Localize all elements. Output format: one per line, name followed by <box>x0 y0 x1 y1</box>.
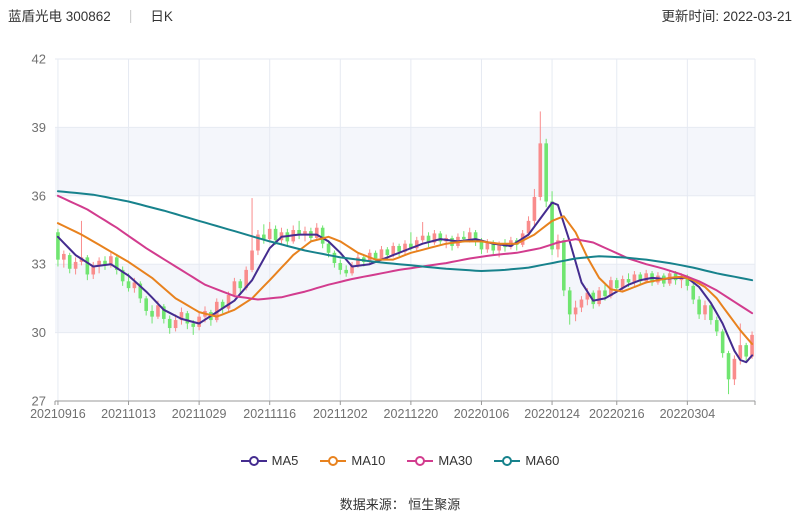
svg-text:20211220: 20211220 <box>384 407 439 421</box>
svg-text:20220124: 20220124 <box>524 407 580 421</box>
candle <box>568 290 572 314</box>
candle <box>250 251 254 270</box>
kline-chart[interactable]: 2730333639422021091620211013202110292021… <box>0 0 800 432</box>
candle <box>321 228 325 244</box>
candle <box>603 290 607 296</box>
legend-label: MA5 <box>272 453 299 468</box>
legend-item-ma60[interactable]: MA60 <box>494 453 559 468</box>
svg-text:20211013: 20211013 <box>101 407 156 421</box>
candle <box>386 249 390 255</box>
chart-legend: MA5 MA10 MA30 MA60 <box>0 453 800 468</box>
svg-text:20220106: 20220106 <box>454 407 510 421</box>
candle <box>91 266 95 274</box>
data-source: 数据来源： 恒生聚源 <box>0 494 800 513</box>
candle <box>497 245 501 251</box>
candle <box>727 353 731 379</box>
candle <box>486 243 490 250</box>
legend-marker-icon <box>494 455 520 467</box>
legend-item-ma5[interactable]: MA5 <box>241 453 299 468</box>
legend-item-ma10[interactable]: MA10 <box>320 453 385 468</box>
y-axis: 273033363942 <box>32 52 755 409</box>
candle <box>144 298 148 311</box>
candle <box>703 305 707 314</box>
candle <box>597 290 601 304</box>
candle <box>86 257 90 274</box>
candle <box>715 320 719 331</box>
candle <box>168 319 172 328</box>
candle <box>186 313 190 323</box>
svg-text:30: 30 <box>32 325 46 340</box>
candle <box>233 281 237 295</box>
candle <box>156 305 160 316</box>
candle <box>421 236 425 241</box>
candle <box>691 286 695 300</box>
candle <box>62 254 66 260</box>
svg-text:20211202: 20211202 <box>313 407 368 421</box>
candle <box>374 253 378 259</box>
candle <box>191 323 195 326</box>
candle <box>327 244 331 253</box>
candle <box>627 279 631 282</box>
candle <box>380 249 384 258</box>
candle <box>562 240 566 290</box>
candle <box>333 253 337 263</box>
legend-item-ma30[interactable]: MA30 <box>407 453 472 468</box>
svg-text:20220304: 20220304 <box>660 407 716 421</box>
candle <box>462 237 466 239</box>
candle <box>338 263 342 270</box>
legend-label: MA30 <box>438 453 472 468</box>
svg-text:20211029: 20211029 <box>172 407 227 421</box>
svg-text:33: 33 <box>32 257 46 272</box>
candle <box>544 143 548 201</box>
candle <box>238 281 242 288</box>
candle <box>274 229 278 240</box>
legend-marker-icon <box>407 455 433 467</box>
candle <box>538 143 542 197</box>
candle <box>733 359 737 380</box>
svg-text:36: 36 <box>32 188 46 203</box>
legend-marker-icon <box>320 455 346 467</box>
candle <box>127 281 131 288</box>
legend-marker-icon <box>241 455 267 467</box>
candle <box>709 305 713 320</box>
legend-label: MA10 <box>351 453 385 468</box>
candle <box>150 311 154 317</box>
candle <box>68 255 72 269</box>
svg-text:39: 39 <box>32 120 46 135</box>
candle <box>468 232 472 239</box>
candle <box>109 256 113 264</box>
candle <box>344 270 348 273</box>
x-axis: 20210916 20211013 20211029 20211116 20211202… <box>30 401 755 421</box>
candle <box>74 262 78 269</box>
candle <box>480 241 484 249</box>
svg-text:20220216: 20220216 <box>589 407 645 421</box>
candle <box>615 280 619 288</box>
candle <box>750 335 754 357</box>
svg-text:20211116: 20211116 <box>243 407 296 421</box>
candle <box>744 345 748 356</box>
svg-text:42: 42 <box>32 52 46 67</box>
svg-text:20210916: 20210916 <box>30 407 86 421</box>
candle <box>550 202 554 250</box>
plot-band <box>55 127 755 195</box>
kline-widget: 蓝盾光电 300862 | 日K 更新时间: 2022-03-21 273033… <box>0 0 800 517</box>
legend-label: MA60 <box>525 453 559 468</box>
candle <box>268 229 272 239</box>
candle <box>574 308 578 315</box>
candle <box>397 246 401 252</box>
candle <box>580 300 584 308</box>
candle <box>697 300 701 315</box>
candle <box>533 197 537 221</box>
plot-band <box>55 264 755 332</box>
candle <box>721 331 725 353</box>
candle <box>174 320 178 328</box>
candle <box>227 295 231 309</box>
